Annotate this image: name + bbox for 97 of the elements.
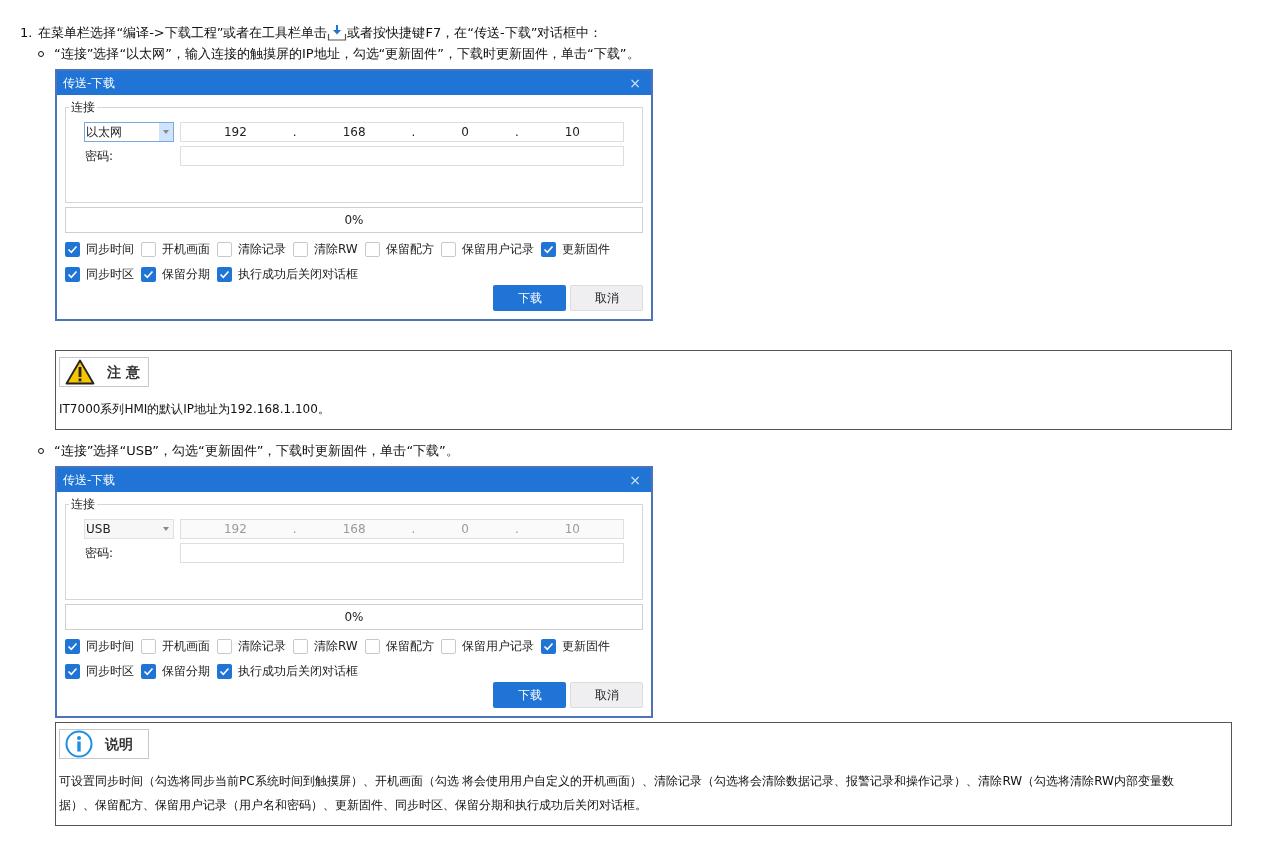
warning-icon [65, 359, 95, 385]
group-label: 连接 [69, 99, 97, 115]
checked-checkbox[interactable] [141, 266, 156, 282]
note-title: 注 意 [107, 362, 140, 382]
checked-checkbox[interactable] [141, 663, 156, 679]
checkbox[interactable] [141, 241, 156, 257]
option-label: 清除记录 [238, 241, 286, 258]
check-icon [67, 243, 78, 255]
password-label: 密码: [84, 148, 115, 165]
ip-separator: . [292, 521, 297, 538]
dialog-title: 传送-下载 [63, 75, 116, 92]
ip-octet: 10 [564, 521, 580, 538]
download-button[interactable]: 下载 [493, 285, 566, 311]
check-icon [542, 243, 554, 255]
step-text: 在菜单栏选择“编译->下载工程”或者在工具栏单击 [38, 24, 328, 43]
step-text: 或者按快捷键F7，在“传送-下载”对话框中： [347, 24, 603, 43]
connection-dropdown[interactable]: USB [84, 519, 174, 539]
step-number: 1. [20, 24, 33, 43]
checkbox[interactable] [293, 241, 308, 257]
checked-checkbox[interactable] [540, 638, 556, 654]
checked-checkbox[interactable] [217, 266, 232, 282]
option-label: 更新固件 [561, 241, 610, 258]
option-label: 保留配方 [385, 241, 434, 258]
option-label: 清除RW [314, 241, 358, 258]
bullet-text: “连接”选择“USB”，勾选“更新固件”，下载时更新固件，单击“下载”。 [54, 442, 459, 461]
checked-checkbox[interactable] [65, 241, 80, 257]
password-label: 密码: [84, 545, 115, 562]
cancel-button[interactable]: 取消 [570, 285, 643, 311]
option-label: 清除RW [314, 638, 358, 655]
group-label: 连接 [69, 496, 97, 512]
close-button[interactable]: × [625, 76, 645, 90]
close-button[interactable]: × [625, 473, 645, 487]
checkbox[interactable] [440, 241, 456, 257]
check-icon [542, 640, 554, 652]
note-text: IT7000系列HMI的默认IP地址为192.168.1.100。 [59, 401, 331, 418]
ip-octet: 168 [342, 124, 366, 141]
download-button[interactable]: 下载 [493, 682, 566, 708]
option-label: 保留分期 [162, 663, 210, 680]
ip-separator: . [411, 124, 416, 141]
checkbox[interactable] [440, 638, 456, 654]
option-label: 清除记录 [238, 638, 286, 655]
ip-octet: 0 [461, 521, 469, 538]
password-field[interactable] [180, 543, 624, 563]
info-icon [65, 730, 93, 758]
option-label: 保留用户记录 [461, 241, 534, 258]
dropdown-arrow-icon [163, 130, 169, 134]
checked-checkbox[interactable] [65, 638, 80, 654]
option-label: 开机画面 [162, 241, 210, 258]
ip-separator: . [514, 521, 519, 538]
checkbox[interactable] [141, 638, 156, 654]
checked-checkbox[interactable] [65, 663, 80, 679]
ip-separator: . [292, 124, 297, 141]
password-field[interactable] [180, 146, 624, 166]
ip-octet: 192 [224, 521, 247, 538]
ip-octet: 10 [564, 124, 580, 141]
ip-octet: 192 [224, 124, 247, 141]
check-icon [219, 665, 230, 677]
checkbox[interactable] [364, 241, 380, 257]
checkbox[interactable] [364, 638, 380, 654]
dialog-title: 传送-下载 [63, 472, 116, 489]
progress-text: 0% [344, 212, 364, 229]
checked-checkbox[interactable] [540, 241, 556, 257]
checkbox[interactable] [293, 638, 308, 654]
checkbox[interactable] [217, 241, 232, 257]
checked-checkbox[interactable] [65, 266, 80, 282]
option-label: 同步时间 [86, 638, 134, 655]
option-label: 同步时区 [86, 266, 134, 283]
download-icon [327, 24, 348, 42]
option-label: 开机画面 [162, 638, 210, 655]
bullet-text: “连接”选择“以太网”，输入连接的触摸屏的IP地址，勾选“更新固件”，下载时更新固件，单击“下载”。 [54, 45, 640, 64]
check-icon [219, 268, 230, 280]
checked-checkbox[interactable] [217, 663, 232, 679]
option-label: 同步时区 [86, 663, 134, 680]
checkbox[interactable] [217, 638, 232, 654]
option-label: 保留分期 [162, 266, 210, 283]
connection-dropdown[interactable]: 以太网 [84, 122, 174, 142]
option-label: 同步时间 [86, 241, 134, 258]
ip-octet: 168 [342, 521, 366, 538]
progress-text: 0% [344, 609, 364, 626]
option-label: 保留用户记录 [461, 638, 534, 655]
check-icon [67, 268, 78, 280]
note-text: 可设置同步时间（勾选将同步当前PC系统时间到触摸屏）、开机画面（勾选 将会使用用户自定义的开机画面）、清除记录（勾选将会清除数据记录、报警记录和操作记录）、清除RW（勾选将清除RW内部变量数据）、保留配方、保留用户记录（用户名和密码）、更新固件、同步时区、保留分期和执行成功后关闭对话框。 [59, 773, 1175, 814]
check-icon [143, 665, 154, 677]
option-label: 执行成功后关闭对话框 [238, 266, 358, 283]
option-label: 执行成功后关闭对话框 [238, 663, 358, 680]
ip-separator: . [411, 521, 416, 538]
check-icon [67, 665, 78, 677]
option-label: 更新固件 [561, 638, 610, 655]
check-icon [143, 268, 154, 280]
cancel-button[interactable]: 取消 [570, 682, 643, 708]
ip-octet: 0 [461, 124, 469, 141]
check-icon [67, 640, 78, 652]
note-title: 说明 [105, 734, 133, 754]
ip-address-field[interactable]: 192 . 168 . 0 . 10 [180, 122, 624, 142]
ip-separator: . [514, 124, 519, 141]
option-label: 保留配方 [385, 638, 434, 655]
dropdown-arrow-icon [163, 527, 169, 531]
